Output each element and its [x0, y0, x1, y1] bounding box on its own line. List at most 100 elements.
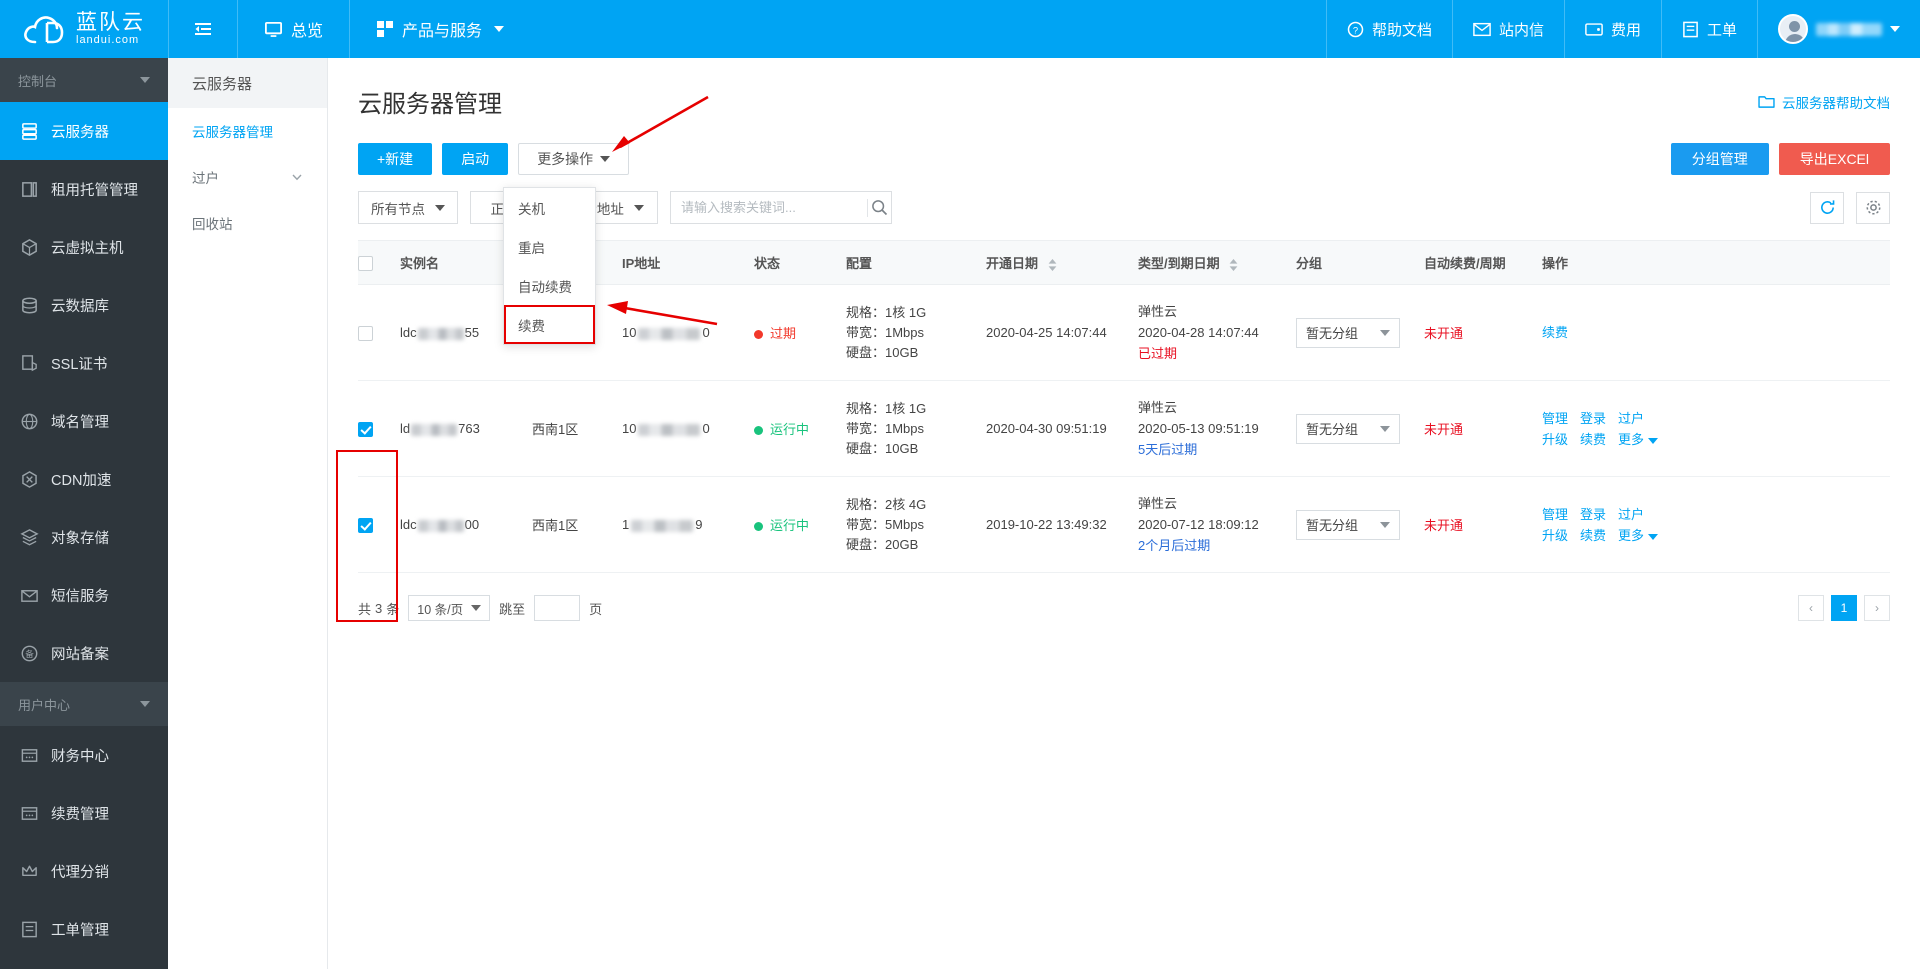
masked-text [631, 519, 694, 532]
config-spec: 规格：1核 1G [846, 304, 927, 320]
group-select[interactable]: 暂无分组 [1296, 317, 1400, 348]
more-actions-button[interactable]: 更多操作 [518, 143, 630, 175]
nav-products[interactable]: 产品与服务 [349, 0, 530, 58]
config-disk: 硬盘：10GB [846, 440, 919, 456]
page-size-select[interactable]: 10 条/页 [408, 595, 491, 621]
op-more[interactable]: 更多 [1618, 432, 1644, 447]
left-sidebar: 控制台 云服务器 租用托管管理 云虚拟主机 云数据库 SSL证书 域名管理 CD… [0, 58, 168, 969]
create-button[interactable]: +新建 [358, 143, 433, 175]
username-masked [1816, 22, 1882, 36]
op-renew[interactable]: 续费 [1580, 432, 1606, 447]
status-label: 运行中 [770, 422, 810, 437]
subnav-item-transfer[interactable]: 过户 [168, 154, 327, 200]
subnav-item-recycle-bin[interactable]: 回收站 [168, 200, 327, 246]
sidebar-item-virtual-host[interactable]: 云虚拟主机 [0, 218, 168, 276]
page-size-value: 10 条/页 [417, 602, 464, 617]
search-input[interactable] [671, 192, 867, 223]
group-select[interactable]: 暂无分组 [1296, 413, 1400, 444]
sidebar-item-database[interactable]: 云数据库 [0, 276, 168, 334]
help-doc-link[interactable]: 云服务器帮助文档 [1758, 84, 1890, 112]
nav-tickets-label: 工单 [1706, 21, 1737, 39]
page-header: 云服务器管理 云服务器帮助文档 [358, 58, 1890, 119]
nav-messages[interactable]: 站内信 [1451, 0, 1564, 58]
group-select[interactable]: 暂无分组 [1296, 509, 1400, 540]
sidebar-item-domain[interactable]: 域名管理 [0, 392, 168, 450]
nav-tickets[interactable]: 工单 [1660, 0, 1757, 58]
sidebar-group-console[interactable]: 控制台 [0, 58, 168, 102]
sidebar-item-renew-manage[interactable]: 续费管理 [0, 784, 168, 842]
sidebar-item-agent-distribution[interactable]: 代理分销 [0, 842, 168, 900]
sidebar-item-cdn[interactable]: CDN加速 [0, 450, 168, 508]
sidebar-item-finance[interactable]: 财务中心 [0, 726, 168, 784]
search-icon[interactable] [868, 199, 891, 216]
op-more[interactable]: 更多 [1618, 528, 1644, 543]
nav-overview[interactable]: 总览 [237, 0, 349, 58]
row-checkbox[interactable] [358, 517, 373, 533]
row-checkbox[interactable] [358, 325, 373, 341]
sidebar-item-hosting[interactable]: 租用托管管理 [0, 160, 168, 218]
help-doc-link-label: 云服务器帮助文档 [1782, 96, 1890, 111]
col-type-expire-label: 类型/到期日期 [1138, 256, 1220, 271]
sidebar-item-database-label: 云数据库 [51, 298, 109, 315]
cell-type-expire: 弹性云 2020-05-13 09:51:19 5天后过期 [1138, 380, 1296, 477]
sidebar-item-object-storage[interactable]: 对象存储 [0, 508, 168, 566]
settings-button[interactable] [1856, 191, 1890, 224]
group-select-value: 暂无分组 [1306, 518, 1359, 533]
prev-page-button[interactable]: ‹ [1798, 595, 1824, 621]
select-all-checkbox[interactable] [358, 255, 373, 271]
config-bandwidth: 带宽：5Mbps [846, 516, 925, 532]
op-transfer[interactable]: 过户 [1618, 507, 1644, 522]
wallet-icon [1585, 23, 1603, 36]
group-manage-button[interactable]: 分组管理 [1670, 143, 1769, 175]
export-excel-button[interactable]: 导出EXCEl [1778, 143, 1890, 175]
col-ip-label: IP地址 [622, 256, 661, 271]
jump-page-input[interactable] [534, 595, 581, 621]
op-renew[interactable]: 续费 [1580, 528, 1606, 543]
sidebar-item-icp-record[interactable]: 备 网站备案 [0, 624, 168, 682]
nav-billing[interactable]: 费用 [1563, 0, 1661, 58]
chevron-down-icon [140, 701, 150, 707]
col-opened-date[interactable]: 开通日期 [986, 240, 1138, 285]
sidebar-item-workorder[interactable]: 工单管理 [0, 900, 168, 958]
sidebar-item-ssl[interactable]: SSL证书 [0, 334, 168, 392]
op-upgrade[interactable]: 升级 [1542, 528, 1568, 543]
op-renew[interactable]: 续费 [1542, 325, 1568, 340]
page-1-button[interactable]: 1 [1831, 595, 1857, 621]
cell-ip: 19 [622, 476, 754, 573]
refresh-button[interactable] [1810, 191, 1844, 224]
node-filter-select[interactable]: 所有节点 [358, 191, 458, 224]
brand-name-en: landui.com [76, 34, 140, 46]
row-checkbox[interactable] [358, 421, 373, 437]
monitor-icon [264, 21, 283, 37]
op-manage[interactable]: 管理 [1542, 411, 1568, 426]
sidebar-group-user-center[interactable]: 用户中心 [0, 682, 168, 726]
dropdown-item-restart[interactable]: 重启 [504, 227, 595, 266]
cell-opened-date: 2020-04-30 09:51:19 [986, 380, 1138, 477]
cell-status: 运行中 [754, 476, 846, 573]
op-manage[interactable]: 管理 [1542, 507, 1568, 522]
sidebar-item-cloud-server[interactable]: 云服务器 [0, 102, 168, 160]
next-page-button[interactable]: › [1864, 595, 1890, 621]
op-transfer[interactable]: 过户 [1618, 411, 1644, 426]
masked-text [411, 423, 458, 436]
start-button[interactable]: 启动 [442, 143, 509, 175]
masked-text [417, 327, 464, 340]
nav-help-docs[interactable]: ? 帮助文档 [1325, 0, 1452, 58]
subnav-item-cloud-server-manage[interactable]: 云服务器管理 [168, 108, 327, 154]
sidebar-item-sms[interactable]: 短信服务 [0, 566, 168, 624]
cell-config: 规格：1核 1G 带宽：1Mbps 硬盘：10GB [846, 380, 986, 477]
op-login[interactable]: 登录 [1580, 507, 1606, 522]
nav-help-docs-label: 帮助文档 [1371, 21, 1432, 39]
op-login[interactable]: 登录 [1580, 411, 1606, 426]
dropdown-item-auto-renew[interactable]: 自动续费 [504, 266, 595, 305]
op-upgrade[interactable]: 升级 [1542, 432, 1568, 447]
sidebar-item-account-settings[interactable]: 账号设置 [0, 958, 168, 969]
dropdown-item-shutdown[interactable]: 关机 [504, 188, 595, 227]
top-header-right: ? 帮助文档 站内信 费用 工单 [1325, 0, 1920, 58]
sidebar-collapse-toggle[interactable] [168, 0, 237, 58]
brand-logo[interactable]: 蓝队云 landui.com [0, 0, 168, 58]
dropdown-item-renew[interactable]: 续费 [504, 305, 595, 344]
ip-suffix: 0 [702, 421, 710, 436]
user-menu[interactable] [1757, 0, 1920, 58]
col-type-expire[interactable]: 类型/到期日期 [1138, 240, 1296, 285]
